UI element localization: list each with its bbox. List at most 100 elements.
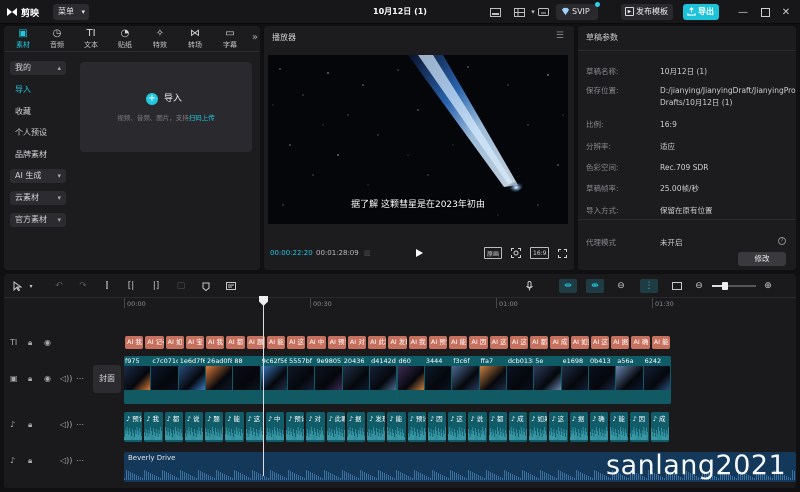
text-clip[interactable]: AI 这 — [590, 336, 610, 349]
text-clip[interactable]: AI 据 — [611, 336, 630, 349]
audio-clip[interactable]: ♪ 预计 — [407, 412, 427, 442]
text-clip[interactable]: AI 如 — [165, 336, 184, 349]
text-clip[interactable]: AI 此颗彗星 — [368, 336, 387, 349]
video-clip[interactable]: e1698 — [561, 356, 589, 404]
sidebar-item-presets[interactable]: 个人预设 — [10, 126, 66, 140]
text-clip[interactable]: AI 确 — [631, 336, 650, 349]
text-clip[interactable]: AI 这 — [287, 336, 306, 349]
audio-clip[interactable]: ♪ 这 — [245, 412, 265, 442]
audio-clip[interactable]: ♪ 都 — [164, 412, 184, 442]
video-clip[interactable]: 26ad0f8f1a — [206, 356, 234, 404]
scan-upload-link[interactable]: 扫码上传 — [189, 114, 215, 122]
audio-clip[interactable]: ♪ 对 — [306, 412, 326, 442]
audio-clip[interactable]: ♪ 据 — [569, 412, 589, 442]
text-clip[interactable]: AI 这 — [509, 336, 529, 349]
select-cursor-icon[interactable] — [10, 279, 24, 293]
tab-audio[interactable]: ◷ 音频 — [42, 28, 72, 50]
more-tabs-icon[interactable]: » — [252, 32, 258, 43]
edit-button[interactable]: 修改 — [738, 252, 786, 266]
video-clip[interactable]: 9e9805738253 — [315, 356, 343, 404]
video-clip[interactable]: 20436 — [342, 356, 371, 404]
lock-icon[interactable]: 🔒︎ — [28, 420, 32, 430]
svip-button[interactable]: SVIP — [556, 2, 600, 20]
maximize-icon[interactable] — [758, 5, 772, 19]
audio-clip[interactable]: ♪ 发现 — [367, 412, 387, 442]
sidebar-item-favorites[interactable]: 收藏 — [10, 105, 66, 119]
video-clip[interactable]: 5557bf — [288, 356, 316, 404]
video-preview[interactable]: 据了解 这颗彗星是在2023年初由 — [268, 55, 568, 224]
tab-effects[interactable]: ✧ 特效 — [145, 28, 175, 50]
text-clip[interactable]: AI 中 — [307, 336, 326, 349]
lock-icon[interactable]: 🔒︎ — [28, 338, 32, 348]
text-clip[interactable]: AI 都 — [530, 336, 549, 349]
text-clip[interactable]: AI 这 — [489, 336, 508, 349]
audio-clip[interactable]: ♪ 能 — [610, 412, 630, 442]
video-clip[interactable]: f3c6f — [452, 356, 480, 404]
zoom-slider[interactable] — [712, 285, 756, 287]
export-button[interactable]: 导出 — [683, 4, 719, 20]
video-clip[interactable]: a56a — [616, 356, 644, 404]
zoom-out-icon[interactable]: ⊖ — [692, 279, 706, 293]
speaker-icon[interactable]: ◁)) — [60, 420, 72, 429]
text-clip[interactable]: AI 如果 — [570, 336, 589, 349]
speaker-icon[interactable]: ◁)) — [60, 374, 72, 383]
cover-button[interactable]: 封面 — [93, 365, 121, 393]
video-clip[interactable]: 9c62f56b7b — [260, 356, 289, 404]
audio-clip[interactable]: ♪ 据 — [346, 412, 367, 442]
sidebar-item-mine[interactable]: 我的 ▴ — [10, 61, 66, 75]
video-clip[interactable]: 1e6d7f64 — [178, 356, 207, 404]
undo-icon[interactable]: ↶ — [52, 279, 66, 293]
text-clip[interactable]: AI 因 — [469, 336, 488, 349]
lock-icon[interactable]: 🔒︎ — [28, 456, 32, 466]
audio-clip[interactable]: ♪ 因 — [427, 412, 448, 442]
speaker-icon[interactable]: ◁)) — [60, 456, 72, 465]
eye-icon[interactable]: ◉ — [44, 338, 51, 347]
audio-clip[interactable]: ♪ 确 — [589, 412, 610, 442]
audio-clip[interactable]: ♪ 能 — [225, 412, 245, 442]
delete-icon[interactable]: ▢ — [174, 279, 188, 293]
more-icon[interactable]: ⋯ — [76, 420, 84, 429]
video-clip[interactable]: 3444 — [424, 356, 453, 404]
main-track-magnet-icon[interactable]: ⇹ — [559, 279, 577, 293]
video-clip[interactable]: f975 — [124, 356, 152, 404]
publish-template-button[interactable]: 发布模板 — [621, 4, 673, 20]
microphone-icon[interactable] — [522, 279, 536, 293]
audio-clip[interactable]: ♪ 题 — [205, 412, 225, 442]
text-clip[interactable]: AI 记者在 — [145, 336, 164, 349]
layout-grid-icon[interactable] — [512, 5, 526, 19]
screen-layout-icon[interactable] — [488, 5, 502, 19]
audio-clip[interactable]: ♪ 成 — [508, 412, 529, 442]
eye-icon[interactable]: ◉ — [44, 374, 51, 383]
video-clip[interactable]: 5e — [534, 356, 562, 404]
text-clip[interactable]: AI 宝 — [185, 336, 205, 349]
tab-subtitle[interactable]: ▭ 字幕 — [215, 28, 245, 50]
crop-scan-icon[interactable] — [510, 247, 522, 259]
split-left-icon[interactable]: [| — [124, 279, 138, 293]
auto-snap-icon[interactable]: ⇼ — [586, 279, 604, 293]
text-clip[interactable]: AI 我 — [125, 336, 144, 349]
audio-clip[interactable]: ♪ 这 — [549, 412, 569, 442]
video-clip[interactable]: c7c071c — [151, 356, 179, 404]
zoom-in-icon[interactable]: ⊕ — [761, 279, 775, 293]
video-clip[interactable]: d60 — [397, 356, 425, 404]
audio-clip[interactable]: ♪ 中 — [265, 412, 286, 442]
text-clip[interactable]: AI 我 — [408, 336, 427, 349]
tab-sticker[interactable]: ◔ 贴纸 — [110, 28, 140, 50]
video-clip[interactable]: dcb0138 — [506, 356, 535, 404]
play-button[interactable] — [414, 248, 424, 258]
audio-clip[interactable]: ♪ 能 — [387, 412, 407, 442]
help-icon[interactable]: ? — [778, 237, 786, 245]
video-clip[interactable]: 0b413 — [588, 356, 617, 404]
playhead[interactable] — [263, 296, 264, 476]
tab-transition[interactable]: ⋈ 转场 — [180, 28, 210, 50]
link-icon[interactable]: ⊖ — [614, 279, 628, 293]
more-icon[interactable]: ⋯ — [76, 456, 84, 465]
video-clip[interactable]: ffa7 — [479, 356, 507, 404]
audio-clip[interactable]: ♪ 成 — [650, 412, 670, 442]
lock-icon[interactable]: 🔒︎ — [28, 374, 32, 384]
audio-clip[interactable]: ♪ 说 — [468, 412, 488, 442]
import-button[interactable]: + 导入 — [146, 92, 182, 106]
minimize-icon[interactable]: — — [736, 5, 750, 19]
text-clip[interactable]: AI 能 — [266, 336, 286, 349]
zoom-slider-handle[interactable] — [722, 282, 728, 290]
